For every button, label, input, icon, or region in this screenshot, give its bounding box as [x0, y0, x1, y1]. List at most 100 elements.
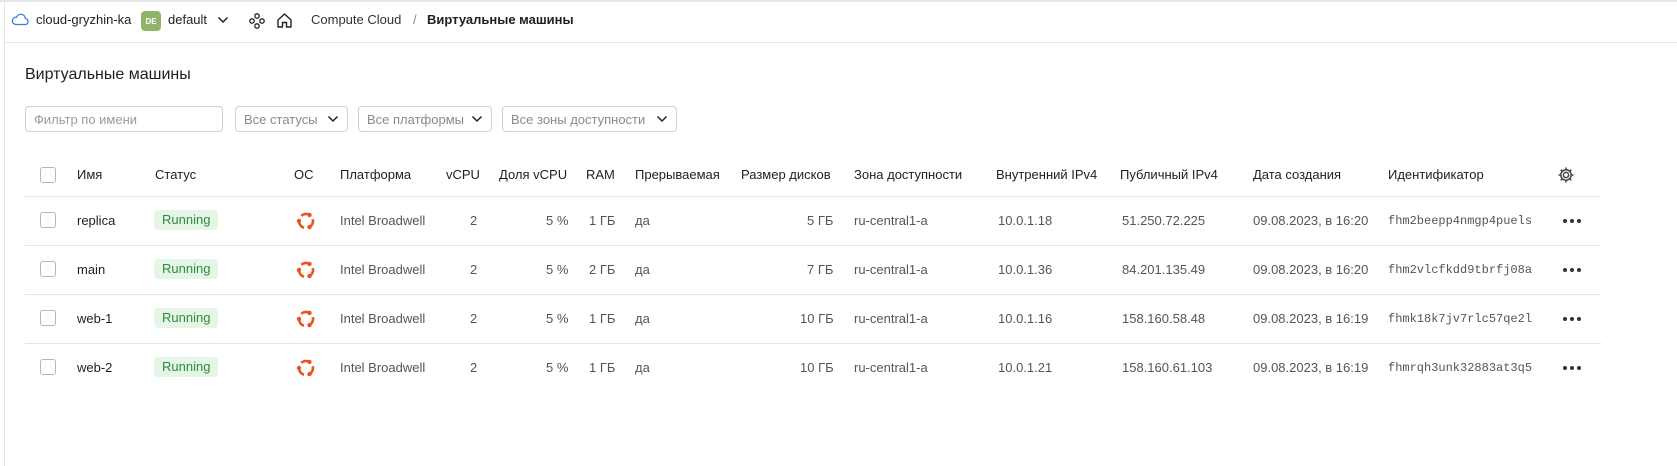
more-actions-icon[interactable] [1562, 365, 1582, 371]
zone-filter-select[interactable]: Все зоны доступности [502, 106, 677, 132]
column-header-vcpu-share[interactable]: Доля vCPU [499, 167, 567, 182]
column-header-status[interactable]: Статус [155, 167, 196, 182]
window-left-border [4, 2, 5, 466]
ram: 1 ГБ [589, 213, 616, 228]
zone-filter-value: Все зоны доступности [511, 111, 646, 127]
chevron-down-icon [327, 115, 339, 123]
row-checkbox[interactable] [40, 261, 56, 277]
created-date: 09.08.2023, в 16:20 [1253, 213, 1369, 228]
column-header-platform[interactable]: Платформа [340, 167, 411, 182]
ubuntu-icon [296, 359, 315, 377]
disk-size: 10 ГБ [800, 311, 834, 326]
ubuntu-icon [296, 310, 315, 328]
zone: ru-central1-a [854, 262, 928, 277]
platform: Intel Broadwell [340, 213, 426, 228]
column-header-zone[interactable]: Зона доступности [854, 167, 962, 182]
breadcrumb-service[interactable]: Compute Cloud [311, 12, 401, 27]
cloud-icon[interactable] [11, 12, 29, 26]
column-header-id[interactable]: Идентификатор [1388, 167, 1484, 182]
platform: Intel Broadwell [340, 360, 426, 375]
disk-size: 5 ГБ [807, 213, 834, 228]
internal-ipv4: 10.0.1.36 [998, 262, 1053, 277]
vcpu: 2 [470, 311, 478, 326]
internal-ipv4: 10.0.1.16 [998, 311, 1053, 326]
vcpu-share: 5 % [546, 311, 569, 326]
row-checkbox[interactable] [40, 212, 56, 228]
vm-id: fhmrqh3unk32883at3q5 [1388, 361, 1533, 375]
column-header-name[interactable]: Имя [77, 167, 102, 182]
ubuntu-icon [296, 212, 315, 230]
preemptible: да [635, 213, 650, 228]
row-divider [25, 294, 1601, 295]
row-checkbox[interactable] [40, 359, 56, 375]
platform-filter-select[interactable]: Все платформы [358, 106, 492, 132]
vm-name[interactable]: main [77, 262, 105, 277]
ram: 2 ГБ [589, 262, 616, 277]
ram: 1 ГБ [589, 311, 616, 326]
preemptible: да [635, 262, 650, 277]
table-header-divider [25, 196, 1601, 197]
status-badge: Running [154, 308, 219, 328]
row-divider [25, 245, 1601, 246]
name-filter-input[interactable] [25, 106, 223, 132]
disk-size: 10 ГБ [800, 360, 834, 375]
vcpu: 2 [470, 262, 478, 277]
select-all-checkbox[interactable] [40, 167, 56, 183]
vm-id: fhmk18k7jv7rlc57qe2l [1388, 312, 1533, 326]
internal-ipv4: 10.0.1.21 [998, 360, 1053, 375]
services-icon[interactable] [249, 13, 265, 29]
breadcrumb-separator: / [413, 12, 417, 27]
row-checkbox[interactable] [40, 310, 56, 326]
home-icon[interactable] [276, 12, 293, 29]
status-badge: Running [154, 259, 219, 279]
ubuntu-icon [296, 261, 315, 279]
column-header-ram[interactable]: RAM [586, 167, 615, 182]
vcpu-share: 5 % [546, 262, 569, 277]
platform: Intel Broadwell [340, 262, 426, 277]
status-badge: Running [154, 357, 219, 377]
vcpu: 2 [470, 360, 478, 375]
disk-size: 7 ГБ [807, 262, 834, 277]
vm-id: fhm2vlcfkdd9tbrfj08a [1388, 263, 1533, 277]
status-badge: Running [154, 210, 219, 230]
page-title: Виртуальные машины [25, 66, 191, 83]
more-actions-icon[interactable] [1562, 218, 1582, 224]
column-header-public-ipv4[interactable]: Публичный IPv4 [1120, 167, 1218, 182]
folder-name[interactable]: default [168, 12, 207, 27]
more-actions-icon[interactable] [1562, 267, 1582, 273]
preemptible: да [635, 360, 650, 375]
chevron-down-icon [656, 115, 668, 123]
zone: ru-central1-a [854, 213, 928, 228]
chevron-down-icon[interactable] [217, 15, 229, 25]
created-date: 09.08.2023, в 16:19 [1253, 360, 1369, 375]
public-ipv4: 158.160.58.48 [1122, 311, 1206, 326]
column-header-vcpu[interactable]: vCPU [446, 167, 480, 182]
row-divider [25, 343, 1601, 344]
public-ipv4: 84.201.135.49 [1122, 262, 1206, 277]
public-ipv4: 51.250.72.225 [1122, 213, 1206, 228]
zone: ru-central1-a [854, 360, 928, 375]
created-date: 09.08.2023, в 16:20 [1253, 262, 1369, 277]
vm-name[interactable]: replica [77, 213, 115, 228]
internal-ipv4: 10.0.1.18 [998, 213, 1053, 228]
column-header-preemptible[interactable]: Прерываемая [635, 167, 720, 182]
status-filter-value: Все статусы [244, 111, 318, 127]
column-header-created[interactable]: Дата создания [1253, 167, 1341, 182]
column-header-internal-ipv4[interactable]: Внутренний IPv4 [996, 167, 1097, 182]
ram: 1 ГБ [589, 360, 616, 375]
gear-icon[interactable] [1557, 166, 1575, 184]
public-ipv4: 158.160.61.103 [1122, 360, 1213, 375]
column-header-os[interactable]: ОС [294, 167, 314, 182]
folder-avatar[interactable]: DE [141, 11, 161, 31]
vm-name[interactable]: web-1 [77, 311, 112, 326]
cloud-name-link[interactable]: cloud-gryzhin-ka [36, 12, 131, 27]
status-filter-select[interactable]: Все статусы [235, 106, 348, 132]
platform-filter-value: Все платформы [367, 111, 464, 127]
zone: ru-central1-a [854, 311, 928, 326]
vm-name[interactable]: web-2 [77, 360, 112, 375]
more-actions-icon[interactable] [1562, 316, 1582, 322]
chevron-down-icon [471, 115, 483, 123]
created-date: 09.08.2023, в 16:19 [1253, 311, 1369, 326]
breadcrumb-current: Виртуальные машины [427, 12, 574, 27]
column-header-disk-size[interactable]: Размер дисков [741, 167, 831, 182]
